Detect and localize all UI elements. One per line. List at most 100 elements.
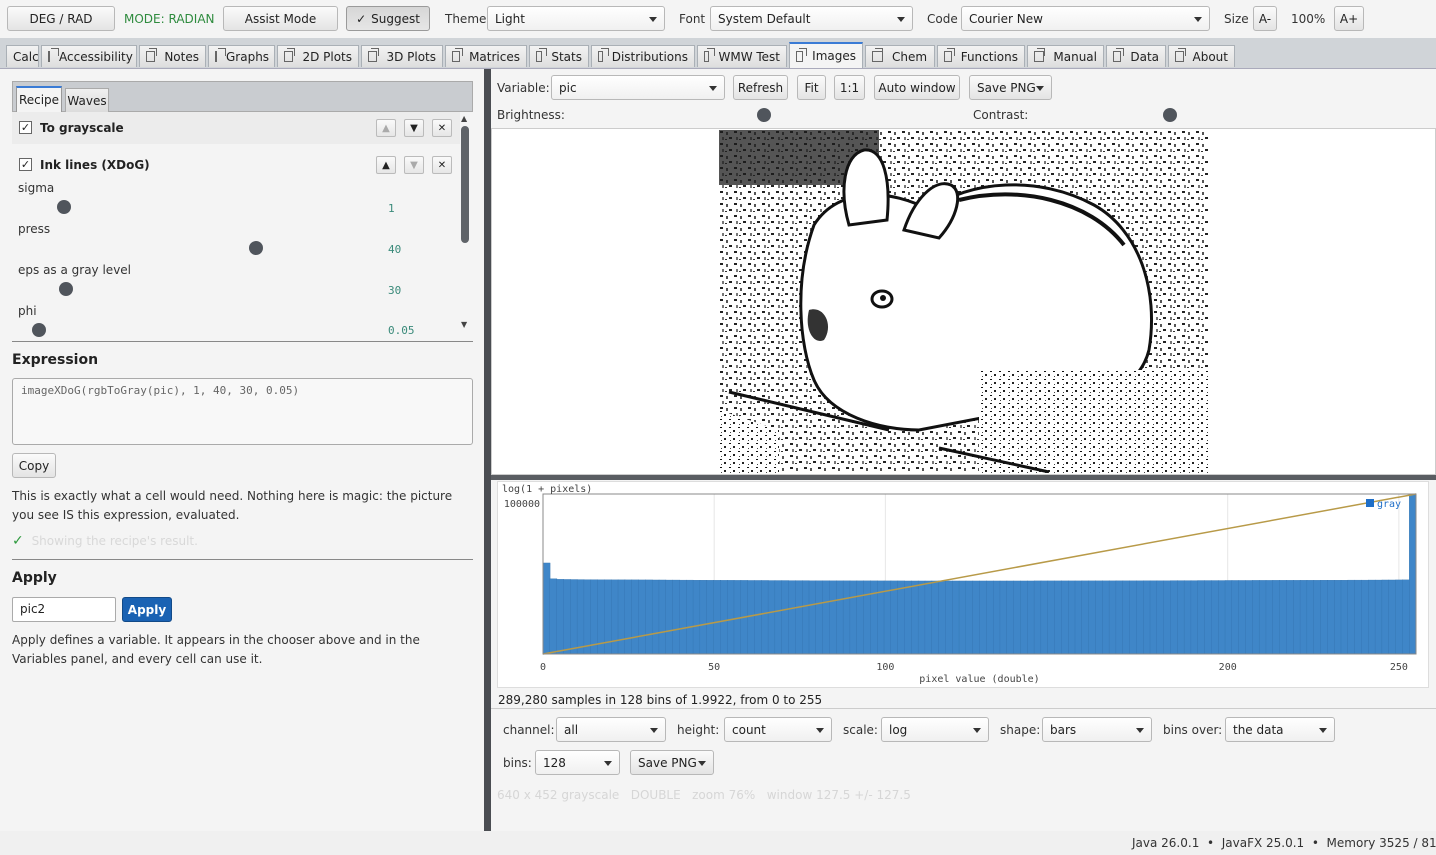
- histogram-bar: [699, 580, 708, 655]
- tab-graphs[interactable]: Graphs: [208, 45, 275, 67]
- contrast-slider[interactable]: [1030, 107, 1310, 123]
- save-png-button[interactable]: Save PNG: [969, 75, 1052, 100]
- tab-recipe[interactable]: Recipe: [16, 86, 62, 112]
- close-icon[interactable]: ✕: [432, 156, 452, 174]
- move-up-icon[interactable]: ▲: [376, 156, 396, 174]
- variable-select[interactable]: pic: [551, 75, 725, 100]
- tab-data[interactable]: Data: [1106, 45, 1166, 67]
- tab-calc[interactable]: Calc: [6, 45, 39, 67]
- recipe-steps-list[interactable]: ✓ To grayscale ▲ ▼ ✕ ✓ Ink lines (XDoG) …: [12, 112, 473, 337]
- histogram-bar: [1177, 580, 1185, 655]
- close-icon[interactable]: ✕: [432, 119, 452, 137]
- tab-stats[interactable]: Stats: [529, 45, 589, 67]
- contrast-knob[interactable]: [1163, 108, 1177, 122]
- theme-select[interactable]: Light: [487, 6, 665, 31]
- histogram-bar: [563, 579, 571, 655]
- legend-swatch: [1366, 499, 1374, 507]
- channel-select[interactable]: all: [556, 717, 666, 742]
- auto-window-button[interactable]: Auto window: [874, 75, 960, 100]
- histogram-bar: [1027, 580, 1035, 655]
- param-slider[interactable]: [249, 241, 263, 255]
- histogram-bar: [1395, 579, 1403, 655]
- image-floor-texture: [979, 370, 1208, 473]
- param-slider[interactable]: [57, 200, 71, 214]
- tab-images[interactable]: Images: [789, 42, 863, 68]
- apply-button[interactable]: Apply: [122, 597, 172, 622]
- histogram-bar: [617, 579, 626, 655]
- histogram-bar: [665, 579, 674, 655]
- suggest-toggle[interactable]: ✓ Suggest: [346, 6, 430, 31]
- bins-over-select[interactable]: the data: [1225, 717, 1335, 742]
- tab-accessibility[interactable]: Accessibility: [41, 45, 137, 67]
- font-label: Font: [679, 12, 706, 26]
- code-font-select[interactable]: Courier New: [961, 6, 1210, 31]
- brightness-knob[interactable]: [757, 108, 771, 122]
- save-histogram-png-button[interactable]: Save PNG: [630, 750, 714, 775]
- histogram-bar: [1211, 580, 1219, 655]
- brightness-slider[interactable]: [570, 107, 958, 123]
- tab-wmw-test[interactable]: WMW Test: [697, 45, 787, 67]
- java-version: Java 26.0.1: [1132, 836, 1200, 850]
- copy-button[interactable]: Copy: [12, 453, 56, 478]
- scale-select[interactable]: log: [881, 717, 989, 742]
- fit-button[interactable]: Fit: [797, 75, 826, 100]
- expression-field[interactable]: imageXDoG(rgbToGray(pic), 1, 40, 30, 0.0…: [12, 378, 473, 445]
- split-divider[interactable]: [484, 69, 491, 831]
- font-select[interactable]: System Default: [710, 6, 913, 31]
- height-select[interactable]: count: [724, 717, 832, 742]
- histogram-bar: [774, 580, 783, 655]
- assist-mode-button[interactable]: Assist Mode: [223, 6, 338, 31]
- size-increase-button[interactable]: A+: [1334, 6, 1364, 31]
- tab-functions[interactable]: Functions: [937, 45, 1025, 67]
- x-tick-label: 100: [876, 662, 894, 673]
- histogram-bar: [658, 579, 667, 655]
- variable-name-input[interactable]: pic2: [12, 597, 116, 622]
- status-separator: •: [1203, 836, 1218, 850]
- tab-distributions[interactable]: Distributions: [591, 45, 695, 67]
- bins-select[interactable]: 128: [535, 750, 620, 775]
- size-decrease-button[interactable]: A-: [1253, 6, 1277, 31]
- step-enabled-checkbox[interactable]: ✓: [19, 121, 32, 134]
- tab-notes[interactable]: Notes: [139, 45, 206, 67]
- histogram-bar: [870, 580, 878, 655]
- move-up-icon[interactable]: ▲: [376, 119, 396, 137]
- tab-label: Notes: [164, 49, 199, 64]
- param-slider[interactable]: [32, 323, 46, 337]
- bins-value: 128: [543, 755, 566, 770]
- image-viewport[interactable]: [491, 128, 1436, 475]
- tab-chem[interactable]: Chem: [865, 45, 935, 67]
- tab-manual[interactable]: Manual: [1027, 45, 1104, 67]
- histogram-bar: [842, 580, 851, 655]
- chevron-down-icon: [709, 85, 717, 91]
- tab-label: Data: [1130, 49, 1159, 64]
- param-value: 1: [388, 202, 395, 215]
- one-to-one-button[interactable]: 1:1: [834, 75, 865, 100]
- histogram-bar: [1122, 580, 1130, 655]
- histogram-bar: [631, 579, 639, 655]
- tab-3d-plots[interactable]: 3D Plots: [361, 45, 443, 67]
- refresh-button[interactable]: Refresh: [733, 75, 788, 100]
- tab-matrices[interactable]: Matrices: [445, 45, 527, 67]
- histogram-bar: [1136, 580, 1144, 655]
- tab-waves[interactable]: Waves: [65, 88, 109, 112]
- histogram-bar: [1102, 580, 1110, 655]
- histogram-bar: [692, 580, 701, 655]
- param-label: press: [18, 222, 51, 236]
- scroll-up-icon[interactable]: ▲: [461, 114, 467, 123]
- move-down-icon[interactable]: ▼: [404, 156, 424, 174]
- tab-about[interactable]: About: [1168, 45, 1235, 67]
- scrollbar-thumb[interactable]: [461, 126, 469, 243]
- bins-label: bins:: [503, 756, 532, 770]
- scroll-down-icon[interactable]: ▼: [461, 320, 467, 329]
- step-enabled-checkbox[interactable]: ✓: [19, 158, 32, 171]
- histogram-bar: [1238, 580, 1246, 655]
- param-slider[interactable]: [59, 282, 73, 296]
- x-axis-label: pixel value (double): [919, 674, 1039, 685]
- tab-2d-plots[interactable]: 2D Plots: [277, 45, 359, 67]
- param-value: 40: [388, 243, 402, 256]
- histogram-bar: [611, 579, 619, 655]
- deg-rad-button[interactable]: DEG / RAD: [7, 6, 115, 31]
- status-line: ✓ Showing the recipe's result.: [12, 533, 198, 549]
- shape-select[interactable]: bars: [1042, 717, 1152, 742]
- move-down-icon[interactable]: ▼: [404, 119, 424, 137]
